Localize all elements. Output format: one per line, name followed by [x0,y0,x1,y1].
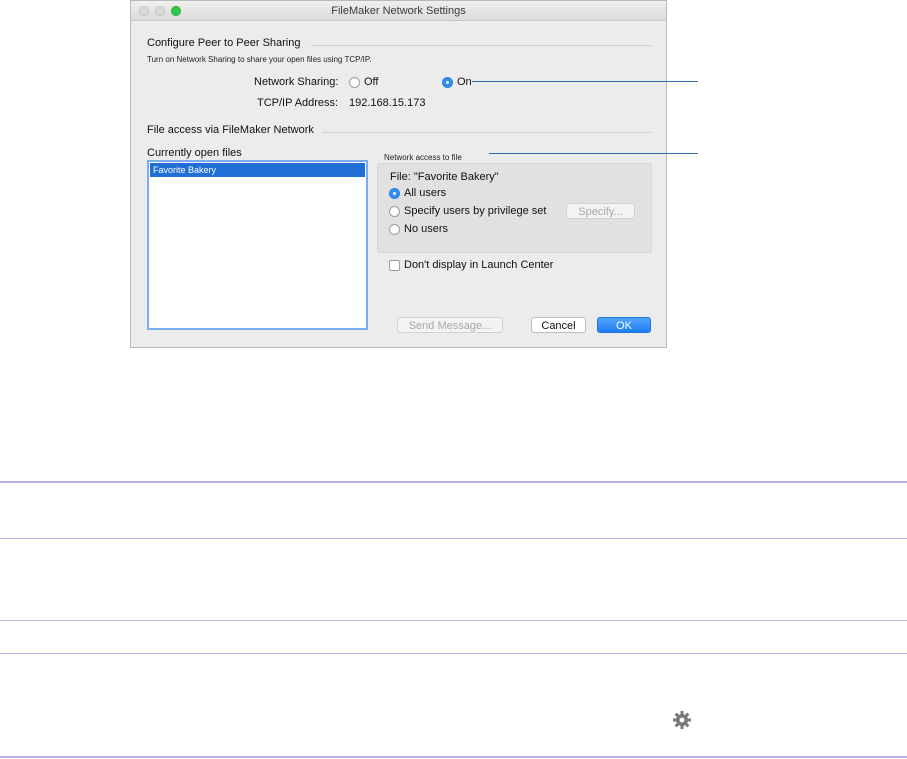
table-rule [0,653,907,654]
access-no-users-label[interactable]: No users [404,223,448,235]
network-sharing-off-label[interactable]: Off [364,76,378,88]
tcpip-address-value: 192.168.15.173 [349,97,426,109]
gear-icon [673,711,691,729]
access-all-users-radio[interactable] [389,188,400,199]
cancel-button[interactable]: Cancel [531,317,586,333]
table-rule [0,538,907,539]
file-access-section-divider [322,132,651,133]
callout-line-network-sharing [472,81,698,82]
peer-sharing-description: Turn on Network Sharing to share your op… [147,55,372,64]
list-item[interactable]: Favorite Bakery [150,163,365,177]
launch-center-label[interactable]: Don't display in Launch Center [404,259,553,271]
file-name-label: File: "Favorite Bakery" [390,171,499,183]
window-title: FileMaker Network Settings [331,5,466,17]
network-sharing-off-radio[interactable] [349,77,360,88]
access-privilege-set-label[interactable]: Specify users by privilege set [404,205,546,217]
send-message-button[interactable]: Send Message... [397,317,503,333]
network-sharing-label: Network Sharing: [254,76,339,88]
file-access-section-title: File access via FileMaker Network [147,124,314,136]
peer-sharing-section-title: Configure Peer to Peer Sharing [147,37,301,49]
open-files-list[interactable]: Favorite Bakery [147,160,368,330]
launch-center-checkbox[interactable] [389,260,400,271]
table-rule-top [0,481,907,483]
tcpip-address-label: TCP/IP Address: [257,97,339,109]
currently-open-files-label: Currently open files [147,147,242,159]
network-sharing-on-label[interactable]: On [457,76,472,88]
ok-button[interactable]: OK [597,317,651,333]
table-rule [0,620,907,621]
access-privilege-set-radio[interactable] [389,206,400,217]
table-rule-bottom [0,756,907,758]
access-all-users-label[interactable]: All users [404,187,446,199]
title-bar: FileMaker Network Settings [131,1,666,21]
specify-button[interactable]: Specify... [566,203,635,219]
network-sharing-on-radio[interactable] [442,77,453,88]
peer-section-divider [311,45,651,46]
network-access-label: Network access to file [384,153,462,162]
callout-line-network-access [489,153,698,154]
access-no-users-radio[interactable] [389,224,400,235]
